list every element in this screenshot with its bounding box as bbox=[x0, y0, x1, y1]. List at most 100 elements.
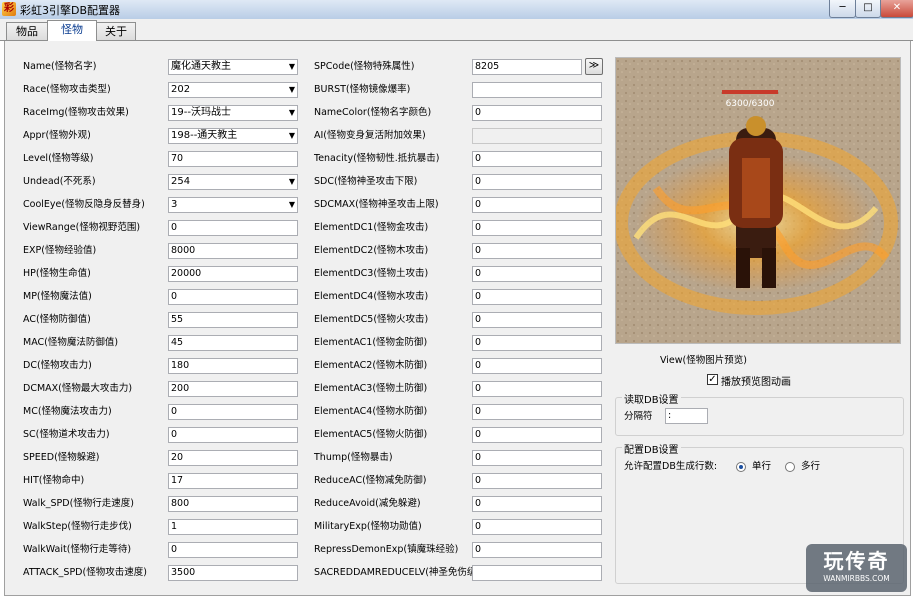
minimize-button[interactable]: ─ bbox=[829, 0, 856, 18]
read-db-settings-title: 读取DB设置 bbox=[622, 391, 681, 406]
right-field-label: SDCMAX(怪物神圣攻击上限) bbox=[314, 199, 439, 210]
left-field-input[interactable]: 1 bbox=[168, 519, 298, 535]
left-field-input[interactable]: 800 bbox=[168, 496, 298, 512]
select-value: 魔化通天教主 bbox=[171, 61, 231, 72]
right-field-label: MilitaryExp(怪物功勋值) bbox=[314, 521, 422, 532]
left-field-label: Level(怪物等级) bbox=[23, 153, 94, 164]
left-field-input[interactable]: 20 bbox=[168, 450, 298, 466]
app-icon: 彩 bbox=[2, 2, 16, 16]
preview-caption: View(怪物图片预览) bbox=[660, 355, 747, 366]
dropdown-arrow-icon[interactable]: ▼ bbox=[289, 129, 295, 143]
right-field-input[interactable]: 0 bbox=[472, 358, 602, 374]
right-field-label: Thump(怪物暴击) bbox=[314, 452, 393, 463]
watermark-subtext: WANMIRBBS.COM bbox=[823, 574, 890, 583]
left-field-input[interactable]: 180 bbox=[168, 358, 298, 374]
right-field-label: RepressDemonExp(镇魔珠经验) bbox=[314, 544, 459, 555]
left-field-input[interactable]: 20000 bbox=[168, 266, 298, 282]
select-value: 202 bbox=[171, 84, 191, 95]
left-field-select[interactable]: 魔化通天教主 ▼ bbox=[168, 59, 298, 75]
single-row-label: 单行 bbox=[752, 461, 772, 472]
right-field-input[interactable]: 8205 bbox=[472, 59, 582, 75]
right-field-label: ReduceAvoid(减免躲避) bbox=[314, 498, 421, 509]
right-field-input[interactable]: 0 bbox=[472, 151, 602, 167]
select-value: 254 bbox=[171, 176, 191, 187]
left-field-label: ATTACK_SPD(怪物攻击速度) bbox=[23, 567, 147, 578]
left-field-input[interactable]: 0 bbox=[168, 427, 298, 443]
right-field-input[interactable]: 0 bbox=[472, 289, 602, 305]
right-field-label: ReduceAC(怪物减免防御) bbox=[314, 475, 427, 486]
left-field-input[interactable]: 0 bbox=[168, 404, 298, 420]
left-field-select[interactable]: 198--通天教主 ▼ bbox=[168, 128, 298, 144]
right-field-input[interactable]: 0 bbox=[472, 220, 602, 236]
right-field-input[interactable]: 0 bbox=[472, 312, 602, 328]
left-field-input[interactable]: 55 bbox=[168, 312, 298, 328]
tab-about[interactable]: 关于 bbox=[96, 22, 136, 40]
dropdown-arrow-icon[interactable]: ▼ bbox=[289, 106, 295, 120]
left-field-select[interactable]: 3 ▼ bbox=[168, 197, 298, 213]
right-field-input[interactable] bbox=[472, 565, 602, 581]
right-field-label: ElementDC3(怪物土攻击) bbox=[314, 268, 429, 279]
multi-row-radio[interactable] bbox=[785, 462, 795, 472]
right-field-input[interactable]: 0 bbox=[472, 105, 602, 121]
right-field-label: ElementDC1(怪物金攻击) bbox=[314, 222, 429, 233]
left-field-input[interactable]: 0 bbox=[168, 542, 298, 558]
right-field-label: ElementAC5(怪物火防御) bbox=[314, 429, 428, 440]
spcode-edit-button[interactable]: ≫ bbox=[585, 58, 603, 75]
right-field-input[interactable]: 0 bbox=[472, 335, 602, 351]
left-field-input[interactable]: 70 bbox=[168, 151, 298, 167]
right-field-input[interactable]: 0 bbox=[472, 473, 602, 489]
right-field-input[interactable] bbox=[472, 82, 602, 98]
left-field-label: DCMAX(怪物最大攻击力) bbox=[23, 383, 133, 394]
separator-input[interactable]: : bbox=[665, 408, 708, 424]
watermark-text: 玩传奇 bbox=[823, 549, 890, 573]
tab-monsters[interactable]: 怪物 bbox=[47, 20, 97, 41]
right-field-input[interactable]: 0 bbox=[472, 381, 602, 397]
left-field-label: HP(怪物生命值) bbox=[23, 268, 91, 279]
left-field-label: MAC(怪物魔法防御值) bbox=[23, 337, 119, 348]
left-field-input[interactable]: 8000 bbox=[168, 243, 298, 259]
left-field-input[interactable]: 200 bbox=[168, 381, 298, 397]
window-title: 彩虹3引擎DB配置器 bbox=[20, 4, 121, 17]
tab-items[interactable]: 物品 bbox=[6, 22, 48, 40]
right-field-label: SPCode(怪物特殊属性) bbox=[314, 61, 415, 72]
left-field-input[interactable]: 3500 bbox=[168, 565, 298, 581]
multi-row-label: 多行 bbox=[801, 461, 821, 472]
maximize-button[interactable]: □ bbox=[855, 0, 881, 18]
right-field-input[interactable]: 0 bbox=[472, 450, 602, 466]
left-field-select[interactable]: 19--沃玛战士 ▼ bbox=[168, 105, 298, 121]
left-field-label: Appr(怪物外观) bbox=[23, 130, 91, 141]
right-field-input[interactable]: 0 bbox=[472, 266, 602, 282]
dropdown-arrow-icon[interactable]: ▼ bbox=[289, 83, 295, 97]
right-field-input[interactable]: 0 bbox=[472, 197, 602, 213]
left-field-label: Name(怪物名字) bbox=[23, 61, 97, 72]
left-field-select[interactable]: 254 ▼ bbox=[168, 174, 298, 190]
right-field-label: SDC(怪物神圣攻击下限) bbox=[314, 176, 418, 187]
right-field-input[interactable]: 0 bbox=[472, 174, 602, 190]
right-field-input[interactable]: 0 bbox=[472, 243, 602, 259]
right-field-input[interactable] bbox=[472, 128, 602, 144]
left-field-label: RaceImg(怪物攻击效果) bbox=[23, 107, 129, 118]
animate-preview-checkbox[interactable]: ✓ bbox=[707, 374, 718, 385]
left-field-input[interactable]: 17 bbox=[168, 473, 298, 489]
left-field-input[interactable]: 45 bbox=[168, 335, 298, 351]
watermark-logo: 玩传奇 WANMIRBBS.COM bbox=[806, 544, 907, 592]
title-bar: 彩 彩虹3引擎DB配置器 ─ □ ✕ bbox=[0, 0, 913, 19]
right-field-input[interactable]: 0 bbox=[472, 496, 602, 512]
left-field-input[interactable]: 0 bbox=[168, 220, 298, 236]
right-field-input[interactable]: 0 bbox=[472, 427, 602, 443]
dropdown-arrow-icon[interactable]: ▼ bbox=[289, 198, 295, 212]
dropdown-arrow-icon[interactable]: ▼ bbox=[289, 175, 295, 189]
right-field-label: ElementAC1(怪物金防御) bbox=[314, 337, 428, 348]
left-field-input[interactable]: 0 bbox=[168, 289, 298, 305]
dropdown-arrow-icon[interactable]: ▼ bbox=[289, 60, 295, 74]
single-row-radio[interactable] bbox=[736, 462, 746, 472]
right-field-input[interactable]: 0 bbox=[472, 404, 602, 420]
left-field-label: Undead(不死系) bbox=[23, 176, 96, 187]
left-field-select[interactable]: 202 ▼ bbox=[168, 82, 298, 98]
close-button[interactable]: ✕ bbox=[880, 0, 913, 18]
right-field-input[interactable]: 0 bbox=[472, 542, 602, 558]
left-field-label: EXP(怪物经验值) bbox=[23, 245, 97, 256]
right-field-label: ElementAC3(怪物土防御) bbox=[314, 383, 428, 394]
left-field-label: MP(怪物魔法值) bbox=[23, 291, 92, 302]
right-field-input[interactable]: 0 bbox=[472, 519, 602, 535]
